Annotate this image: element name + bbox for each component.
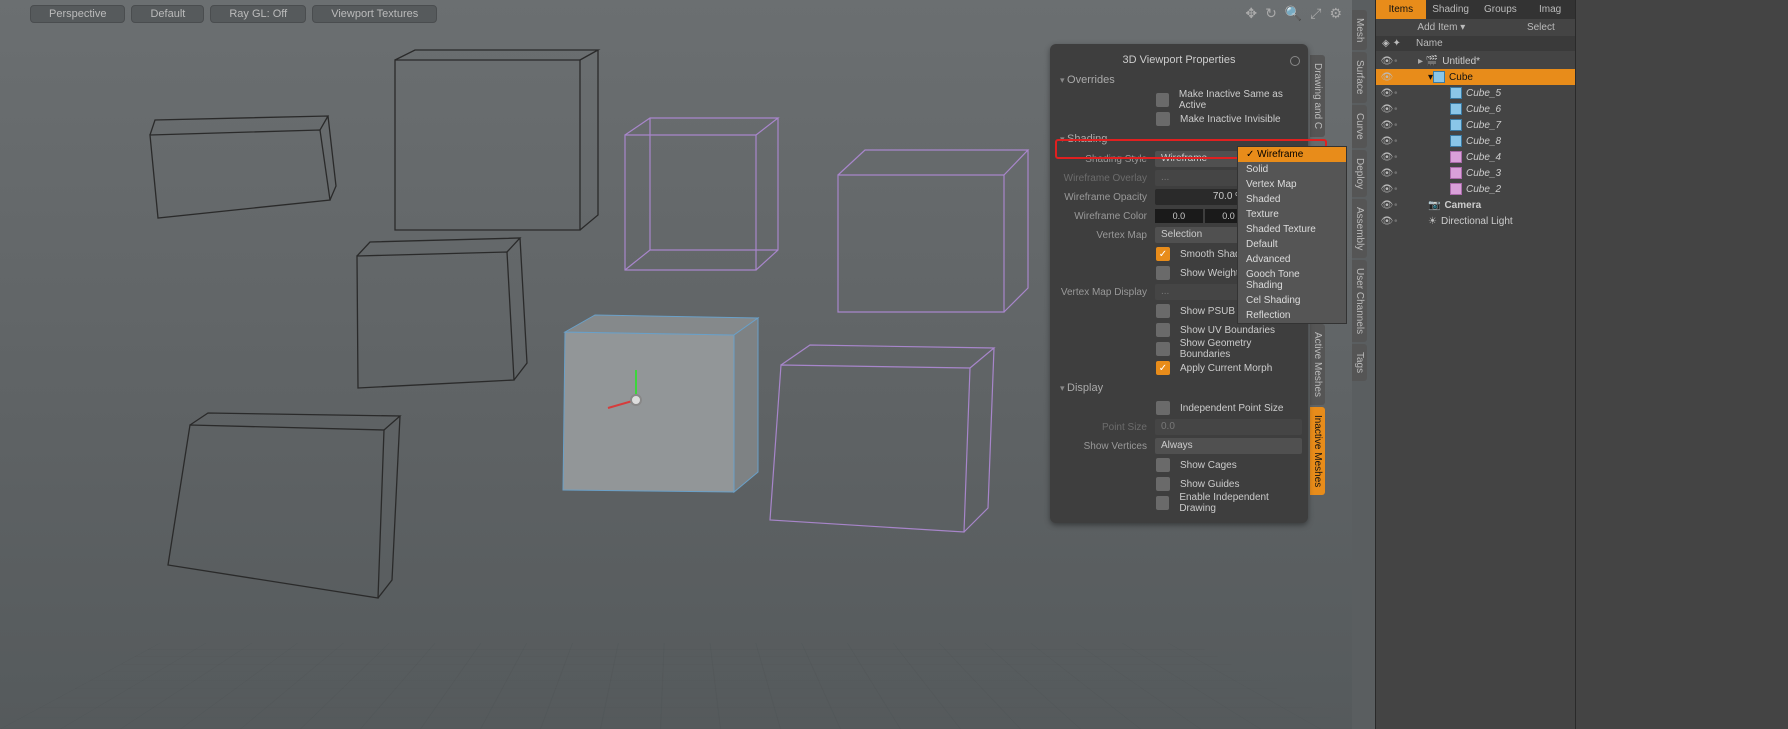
chk-show-guides[interactable] xyxy=(1156,477,1170,491)
chk-show-psub[interactable] xyxy=(1156,304,1170,318)
chk-show-weightmap[interactable] xyxy=(1156,266,1170,280)
chk-apply-morph[interactable]: ✓ xyxy=(1156,361,1170,375)
eye-icon[interactable]: 👁 xyxy=(1380,152,1394,163)
tree-row[interactable]: 👁•Cube_8 xyxy=(1376,133,1575,149)
dropdown-item[interactable]: Wireframe xyxy=(1238,147,1346,162)
vtab-surface[interactable]: Surface xyxy=(1352,52,1367,102)
cube-icon xyxy=(1450,103,1462,115)
tab-groups[interactable]: Groups xyxy=(1476,0,1526,19)
item-tree: 👁•▸ 🎬Untitled* 👁✦▾ Cube 👁•Cube_5 👁•Cube_… xyxy=(1376,51,1575,231)
tab-images[interactable]: Imag xyxy=(1525,0,1575,19)
tree-row-cube[interactable]: 👁✦▾ Cube xyxy=(1376,69,1575,85)
side-vtabs: Mesh Surface Curve Deploy Assembly User … xyxy=(1352,10,1370,383)
eye-icon[interactable]: 👁 xyxy=(1380,104,1394,115)
vtab-assembly[interactable]: Assembly xyxy=(1352,199,1367,258)
shading-style-dropdown: Wireframe Solid Vertex Map Shaded Textur… xyxy=(1237,146,1347,324)
dropdown-item[interactable]: Texture xyxy=(1238,207,1346,222)
chk-indep-point[interactable] xyxy=(1156,401,1170,415)
tree-row-camera[interactable]: 👁•📷Camera xyxy=(1376,197,1575,213)
eye-icon[interactable]: 👁 xyxy=(1380,216,1394,227)
tree-row-scene[interactable]: 👁•▸ 🎬Untitled* xyxy=(1376,53,1575,69)
eye-icon[interactable]: 👁 xyxy=(1380,56,1394,67)
chk-show-uv[interactable] xyxy=(1156,323,1170,337)
close-icon[interactable] xyxy=(1290,56,1300,66)
dropdown-item[interactable]: Shaded Texture xyxy=(1238,222,1346,237)
show-vertices-field[interactable]: Always xyxy=(1155,438,1302,454)
tree-row[interactable]: 👁•Cube_3 xyxy=(1376,165,1575,181)
empty-panel xyxy=(1575,0,1788,729)
eye-icon[interactable]: 👁 xyxy=(1380,168,1394,179)
cube-icon xyxy=(1450,119,1462,131)
scene-icon: ▸ 🎬 xyxy=(1418,56,1438,67)
section-display[interactable]: Display xyxy=(1050,378,1308,398)
select-button[interactable]: Select xyxy=(1507,19,1575,36)
dropdown-item[interactable]: Cel Shading xyxy=(1238,293,1346,308)
tree-row[interactable]: 👁•Cube_5 xyxy=(1376,85,1575,101)
panel-title: 3D Viewport Properties xyxy=(1050,50,1308,70)
chk-inactive-same[interactable] xyxy=(1156,93,1169,107)
dropdown-item[interactable]: Shaded xyxy=(1238,192,1346,207)
vtab-user-channels[interactable]: User Channels xyxy=(1352,260,1367,342)
name-column-header: Name xyxy=(1416,38,1443,49)
cube-icon xyxy=(1450,167,1462,179)
tab-items[interactable]: Items xyxy=(1376,0,1426,19)
eye-icon[interactable]: 👁 xyxy=(1380,200,1394,211)
chk-inactive-invisible[interactable] xyxy=(1156,112,1170,126)
chk-show-geom[interactable] xyxy=(1156,342,1170,356)
vtab-active-meshes[interactable]: Active Meshes xyxy=(1310,324,1325,405)
dropdown-item[interactable]: Vertex Map xyxy=(1238,177,1346,192)
tree-row-light[interactable]: 👁•☀Directional Light xyxy=(1376,213,1575,229)
section-overrides[interactable]: Overrides xyxy=(1050,70,1308,90)
tree-row[interactable]: 👁•Cube_6 xyxy=(1376,101,1575,117)
add-item-button[interactable]: Add Item ▾ xyxy=(1376,19,1507,36)
vtab-inactive-meshes[interactable]: Inactive Meshes xyxy=(1310,407,1325,495)
eye-icon[interactable]: 👁 xyxy=(1380,72,1394,83)
vtab-mesh[interactable]: Mesh xyxy=(1352,10,1367,50)
cube-icon xyxy=(1450,151,1462,163)
tree-row[interactable]: 👁•Cube_2 xyxy=(1376,181,1575,197)
eye-icon[interactable]: 👁 xyxy=(1380,184,1394,195)
eye-icon[interactable]: 👁 xyxy=(1380,136,1394,147)
visibility-column: ◈ ✦ xyxy=(1382,38,1416,49)
right-tabs: Items Shading Groups Imag xyxy=(1376,0,1575,19)
cube-icon xyxy=(1450,87,1462,99)
dropdown-item[interactable]: Advanced xyxy=(1238,252,1346,267)
chk-smooth-shade[interactable]: ✓ xyxy=(1156,247,1170,261)
light-icon: ☀ xyxy=(1428,216,1437,227)
vtab-drawing[interactable]: Drawing and C xyxy=(1310,55,1325,137)
dropdown-item[interactable]: Default xyxy=(1238,237,1346,252)
tab-shading[interactable]: Shading xyxy=(1426,0,1476,19)
chk-show-cages[interactable] xyxy=(1156,458,1170,472)
vtab-curve[interactable]: Curve xyxy=(1352,105,1367,148)
tree-row[interactable]: 👁•Cube_7 xyxy=(1376,117,1575,133)
chk-enable-indep[interactable] xyxy=(1156,496,1169,510)
camera-icon: 📷 xyxy=(1428,200,1440,211)
vtab-tags[interactable]: Tags xyxy=(1352,344,1367,381)
cube-icon xyxy=(1450,135,1462,147)
dropdown-item[interactable]: Solid xyxy=(1238,162,1346,177)
eye-icon[interactable]: 👁 xyxy=(1380,120,1394,131)
items-panel: Items Shading Groups Imag Add Item ▾ Sel… xyxy=(1375,0,1575,729)
point-size-field[interactable]: 0.0 xyxy=(1155,419,1302,435)
eye-icon[interactable]: 👁 xyxy=(1380,88,1394,99)
vtab-deploy[interactable]: Deploy xyxy=(1352,150,1367,197)
tree-row[interactable]: 👁•Cube_4 xyxy=(1376,149,1575,165)
cube-icon xyxy=(1450,183,1462,195)
dropdown-item[interactable]: Reflection xyxy=(1238,308,1346,323)
dropdown-item[interactable]: Gooch Tone Shading xyxy=(1238,267,1346,293)
cube-icon xyxy=(1433,71,1445,83)
